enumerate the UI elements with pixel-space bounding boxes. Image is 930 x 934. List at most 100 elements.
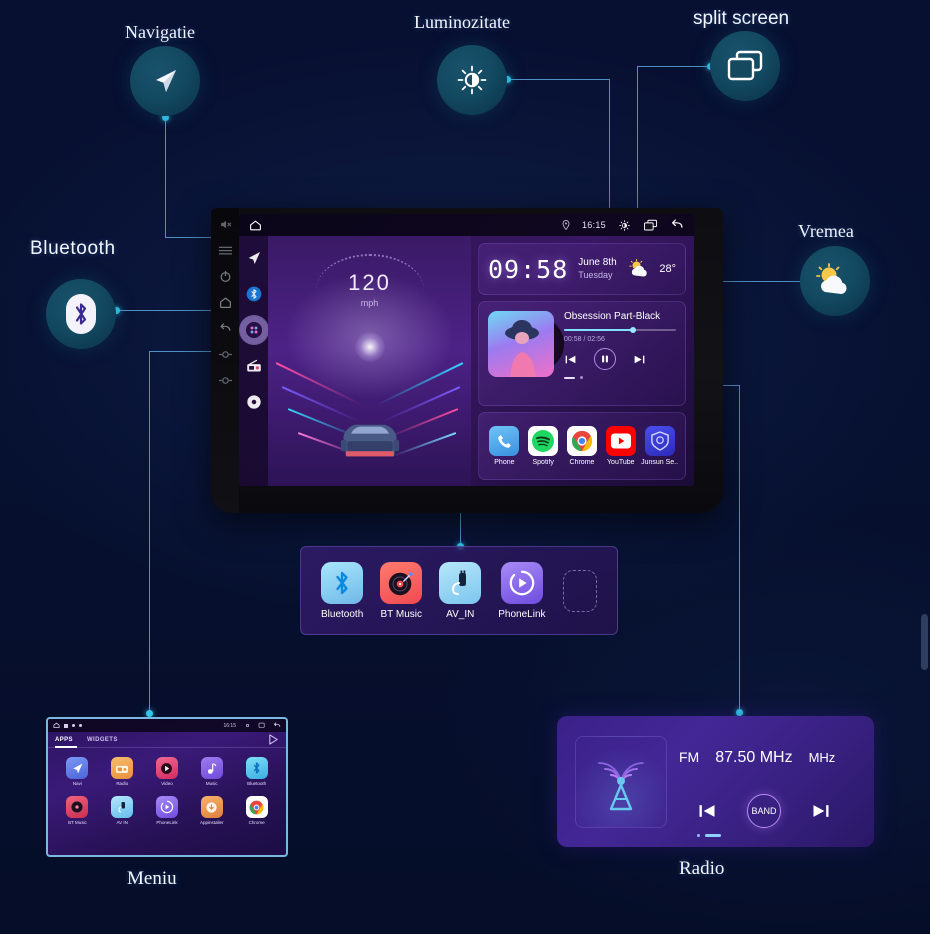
page-dot-active: [705, 834, 721, 837]
status-bar-right-group: 16:15: [562, 219, 684, 232]
progress-knob[interactable]: [630, 327, 637, 333]
brightness-icon[interactable]: [618, 219, 631, 232]
album-cover-image: [488, 311, 554, 377]
clock-weather-card[interactable]: 09:58 June 8th Tuesday 28°: [478, 243, 686, 295]
spotify-icon: [528, 426, 559, 456]
menu-app-bluetooth[interactable]: Bluetooth: [235, 757, 278, 786]
play-pause-button[interactable]: [594, 348, 616, 370]
split-screen-icon: [727, 50, 763, 81]
tab-apps[interactable]: APPS: [55, 737, 73, 743]
connector-navigatie: [165, 116, 166, 237]
brightness-icon[interactable]: [244, 722, 251, 729]
navigation-arrow-icon: [66, 757, 89, 779]
menu-app-chrome[interactable]: Chrome: [235, 796, 278, 825]
chrome-icon: [566, 426, 597, 456]
power-icon[interactable]: [218, 270, 233, 283]
volume-down-icon[interactable]: [218, 348, 233, 361]
app-shortcut-spotify[interactable]: Spotify: [524, 426, 563, 466]
bluetooth-icon-badge[interactable]: [46, 279, 116, 349]
volume-up-icon[interactable]: [218, 374, 233, 387]
connector-dot-radio-target: [736, 709, 743, 716]
album-art: [488, 311, 564, 377]
car-head-unit-device: 16:15 120 mph 09:58 June 8th Tuesday 28°…: [211, 208, 723, 513]
home-icon[interactable]: [218, 296, 233, 309]
callout-label-bluetooth: Bluetooth: [30, 238, 116, 259]
tile-bluetooth[interactable]: Bluetooth: [321, 561, 363, 620]
menu-app-music[interactable]: Music: [190, 757, 233, 786]
callout-label-luminozitate: Luminozitate: [414, 12, 510, 32]
menu-app-av-in[interactable]: AV IN: [101, 796, 144, 825]
navigation-arrow-icon: [156, 70, 176, 92]
tile-phonelink[interactable]: PhoneLink: [498, 561, 546, 620]
menu-app-phonelink[interactable]: PhoneLink: [146, 796, 189, 825]
car-illustration: [340, 424, 399, 457]
menu-app-navi[interactable]: Navi: [56, 757, 99, 786]
weather-block: 28°: [627, 258, 676, 280]
navigation-arrow-icon-badge[interactable]: [130, 46, 200, 116]
bluetooth-pill: [66, 294, 96, 334]
phone-icon: [489, 426, 520, 456]
chrome-icon: [245, 796, 268, 818]
previous-station-icon[interactable]: [697, 801, 717, 821]
music-player-card[interactable]: Obsession Part-Black 00:58 / 02:56: [478, 301, 686, 406]
status-dot: [72, 724, 75, 727]
tile-bt-music[interactable]: BT Music: [380, 561, 423, 620]
callout-label-meniu: Meniu: [127, 868, 177, 889]
split-screen-icon[interactable]: [643, 219, 658, 232]
next-track-icon[interactable]: [633, 353, 646, 366]
back-arrow-icon[interactable]: [273, 722, 281, 729]
scroll-indicator[interactable]: [921, 614, 928, 670]
app-shortcut-youtube[interactable]: YouTube: [601, 426, 640, 466]
status-dot: [79, 724, 82, 727]
phonelink-icon: [155, 796, 178, 818]
empty-app-slot[interactable]: [562, 569, 597, 612]
menu-app-radio[interactable]: Radio: [101, 757, 144, 786]
next-station-icon[interactable]: [811, 801, 831, 821]
tile-av-in[interactable]: AV_IN: [439, 561, 482, 620]
date-block: June 8th Tuesday: [578, 257, 616, 281]
menu-icon[interactable]: [218, 244, 233, 257]
weekday-text: Tuesday: [578, 269, 613, 280]
track-time: 00:58 / 02:56: [564, 336, 605, 343]
play-store-icon[interactable]: [268, 734, 279, 745]
speed-unit: mph: [360, 298, 379, 308]
sidebar-item-navigation[interactable]: [246, 250, 262, 266]
sidebar-item-bluetooth[interactable]: [246, 286, 262, 302]
back-arrow-icon[interactable]: [670, 219, 684, 231]
home-icon[interactable]: [53, 722, 60, 729]
split-screen-icon[interactable]: [258, 722, 266, 729]
callout-label-vremea: Vremea: [798, 221, 854, 241]
tab-widgets[interactable]: WIDGETS: [87, 737, 118, 743]
menu-status-bar: 16:15: [48, 719, 286, 732]
split-screen-icon-badge[interactable]: [710, 31, 780, 101]
callout-label-navigatie: Navigatie: [125, 22, 195, 42]
app-shortcut-chrome[interactable]: Chrome: [563, 426, 602, 466]
screen-side-rail: [239, 236, 268, 486]
sidebar-item-apps[interactable]: [246, 322, 262, 338]
sidebar-item-settings[interactable]: [246, 394, 262, 410]
back-icon[interactable]: [218, 322, 233, 335]
band-button[interactable]: BAND: [747, 794, 781, 828]
sidebar-item-radio[interactable]: [246, 358, 262, 374]
connector-split-v: [637, 66, 638, 224]
brightness-icon-badge[interactable]: [437, 45, 507, 115]
previous-track-icon[interactable]: [564, 353, 577, 366]
partly-cloudy-icon-badge[interactable]: [800, 246, 870, 316]
menu-app-bt-music[interactable]: BT Music: [56, 796, 99, 825]
menu-app-video[interactable]: Video: [146, 757, 189, 786]
menu-app-label: Navi: [72, 781, 82, 786]
app-shortcut-junsun[interactable]: Junsun Se..: [640, 426, 679, 466]
speed-value: 120: [348, 270, 391, 295]
menu-app-label: Appinstaller: [200, 820, 224, 825]
menu-app-grid: Navi Radio Video Music Bluetooth BT Musi…: [48, 748, 286, 834]
progress-bar[interactable]: [564, 327, 676, 333]
status-dot: [64, 723, 68, 728]
connector-luminozitate-v: [609, 79, 610, 224]
menu-app-appinstaller[interactable]: Appinstaller: [190, 796, 233, 825]
app-shortcut-phone[interactable]: Phone: [485, 426, 524, 466]
location-pin-icon: [562, 220, 570, 230]
home-icon[interactable]: [249, 219, 262, 232]
connector-meniu-v: [149, 351, 150, 714]
mute-icon[interactable]: [218, 218, 233, 231]
radio-icon: [111, 757, 134, 779]
